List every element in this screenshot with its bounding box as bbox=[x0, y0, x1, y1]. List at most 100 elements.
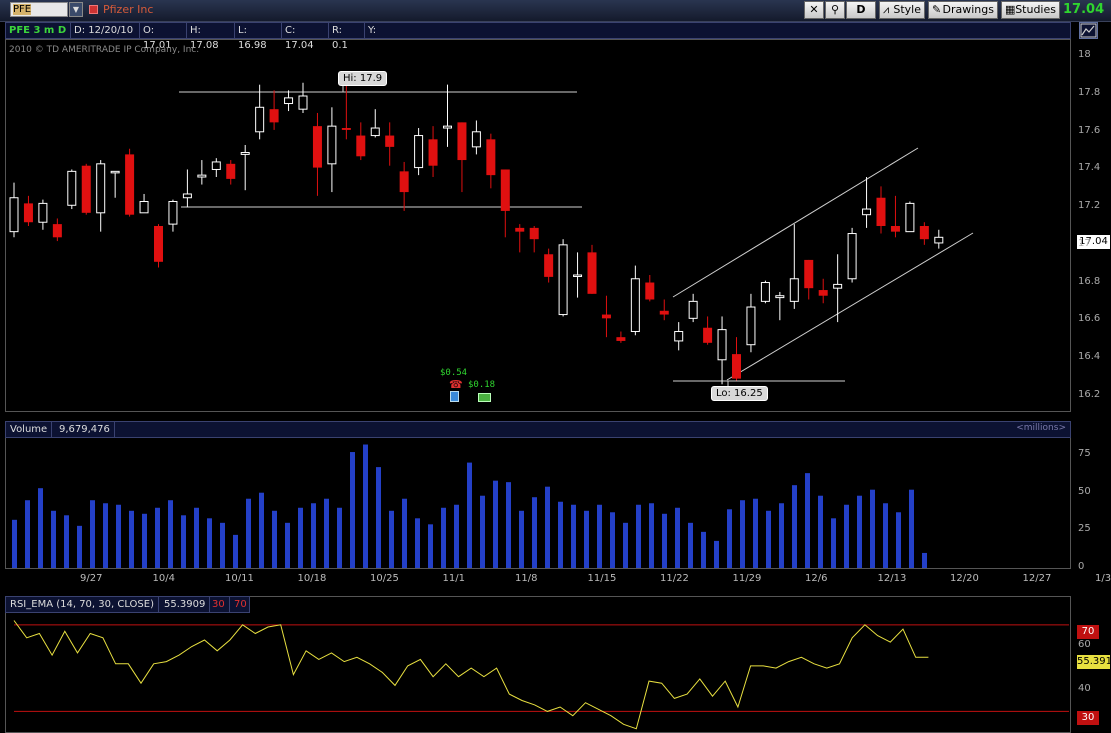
candle-body-down bbox=[341, 128, 351, 130]
date-axis: 9/27 10/4 10/11 10/18 10/25 11/1 11/8 11/15 11/2… bbox=[5, 569, 1111, 589]
candle-body-down bbox=[804, 259, 814, 289]
candle-body-up bbox=[240, 152, 250, 155]
candle-body-up bbox=[471, 131, 481, 148]
date-tick: 11/29 bbox=[732, 573, 762, 584]
candle-body-up bbox=[862, 208, 872, 216]
candle-body-down bbox=[919, 226, 929, 240]
candle-body-up bbox=[558, 244, 568, 316]
date-tick: 12/27 bbox=[1022, 573, 1052, 584]
candle-body-up bbox=[38, 202, 48, 223]
candle-body-down bbox=[616, 337, 626, 341]
rsi-30-label: 30 bbox=[1077, 711, 1099, 725]
volume-tick: 0 bbox=[1078, 561, 1085, 572]
date-tick: 9/27 bbox=[80, 573, 103, 584]
candle-body-up bbox=[905, 202, 915, 233]
candle-body-up bbox=[284, 97, 294, 105]
candle-body-down bbox=[876, 197, 886, 226]
price-tick: 16.2 bbox=[1078, 388, 1101, 400]
candle-body-down bbox=[645, 282, 655, 300]
candle-body-down bbox=[818, 290, 828, 296]
price-tick: 17.8 bbox=[1078, 87, 1101, 99]
price-tick: 18 bbox=[1078, 49, 1091, 61]
candle-body-up bbox=[775, 295, 785, 299]
candle-body-down bbox=[890, 226, 900, 232]
candle-body-up bbox=[182, 193, 192, 199]
candle-body-up bbox=[717, 329, 727, 361]
candle-body-down bbox=[385, 135, 395, 147]
candle-body-down bbox=[732, 354, 741, 379]
candle-body-down bbox=[500, 169, 510, 211]
price-tick: 17.6 bbox=[1078, 124, 1101, 136]
date-tick: 12/6 bbox=[805, 573, 828, 584]
candle-body-up bbox=[573, 274, 583, 277]
date-tick: 10/11 bbox=[225, 573, 254, 584]
candle-body-up bbox=[255, 106, 265, 133]
candle-body-down bbox=[601, 314, 611, 319]
low-marker-label: Lo: 16.25 bbox=[711, 386, 768, 401]
candle-body-down bbox=[428, 139, 438, 166]
date-tick: 11/22 bbox=[660, 573, 689, 584]
rsi-high-level: 70 bbox=[234, 599, 247, 610]
date-tick: 11/1 bbox=[442, 573, 465, 584]
dividend-2-amount: $0.18 bbox=[468, 380, 496, 390]
candle-body-up bbox=[298, 95, 308, 110]
rsi-title: RSI_EMA (14, 70, 30, CLOSE) bbox=[6, 597, 159, 612]
candle-body-up bbox=[443, 125, 452, 129]
candle-body-up bbox=[168, 201, 178, 225]
date-tick: 10/25 bbox=[370, 573, 399, 584]
price-tick: 17.4 bbox=[1078, 162, 1101, 174]
date-tick: 11/15 bbox=[587, 573, 617, 584]
candle-body-up bbox=[833, 283, 843, 289]
candle-body-up bbox=[370, 127, 380, 137]
rsi-current-label: 55.391 bbox=[1077, 655, 1110, 669]
candle-body-up bbox=[688, 300, 698, 319]
volume-title: Volume bbox=[6, 422, 53, 437]
earnings-event-icon[interactable] bbox=[450, 391, 459, 402]
dividend-event-icon[interactable] bbox=[478, 393, 491, 402]
volume-header: Volume 9,679,476 <millions> bbox=[5, 421, 1071, 438]
dividend-1-amount: $0.54 bbox=[440, 368, 468, 378]
price-tick: 16.6 bbox=[1078, 313, 1101, 325]
date-tick: 11/8 bbox=[515, 573, 538, 584]
candle-body-down bbox=[515, 227, 525, 232]
date-tick: 12/13 bbox=[877, 573, 907, 584]
rsi-tick: 60 bbox=[1078, 639, 1091, 651]
candle-body-up bbox=[847, 233, 857, 280]
price-tick: 17.2 bbox=[1078, 200, 1101, 212]
date-tick: 10/18 bbox=[297, 573, 327, 584]
candle-body-down bbox=[226, 163, 236, 179]
candle-body-up bbox=[414, 135, 424, 169]
candle-body-up bbox=[9, 197, 19, 233]
candle-body-up bbox=[630, 278, 640, 333]
rsi-header: RSI_EMA (14, 70, 30, CLOSE) 55.3909 30 7… bbox=[5, 596, 250, 613]
candle-body-down bbox=[23, 203, 33, 223]
candle-body-down bbox=[154, 226, 163, 262]
date-tick: 10/4 bbox=[152, 573, 175, 584]
candle-body-down bbox=[486, 139, 496, 176]
date-tick: 12/20 bbox=[950, 573, 979, 584]
candle-body-down bbox=[399, 171, 409, 193]
candle-body-up bbox=[139, 201, 149, 214]
candle-body-up bbox=[211, 161, 221, 170]
price-tick: 16.4 bbox=[1078, 350, 1101, 362]
candle-body-down bbox=[125, 154, 135, 215]
volume-tick: 75 bbox=[1078, 448, 1091, 460]
price-tick: 16.8 bbox=[1078, 275, 1101, 287]
candle-body-up bbox=[934, 236, 944, 244]
rsi-value: 55.3909 bbox=[160, 597, 211, 612]
high-marker-label: Hi: 17.9 bbox=[338, 71, 388, 86]
phone-event-icon[interactable]: ☎ bbox=[449, 378, 463, 391]
candle-body-up bbox=[789, 278, 799, 302]
candle-body-up bbox=[760, 282, 770, 302]
rsi-70-label: 70 bbox=[1077, 625, 1099, 639]
candle-body-down bbox=[52, 224, 62, 238]
candle-body-down bbox=[529, 227, 539, 240]
volume-value: 9,679,476 bbox=[55, 422, 115, 437]
candle-body-down bbox=[356, 135, 366, 157]
candle-body-down bbox=[457, 122, 467, 161]
date-tick: 1/3 bbox=[1095, 573, 1111, 584]
price-tick: 17 bbox=[1078, 237, 1091, 249]
candle-body-up bbox=[96, 163, 106, 214]
volume-panel[interactable] bbox=[5, 421, 1071, 569]
rsi-panel[interactable] bbox=[5, 596, 1071, 733]
